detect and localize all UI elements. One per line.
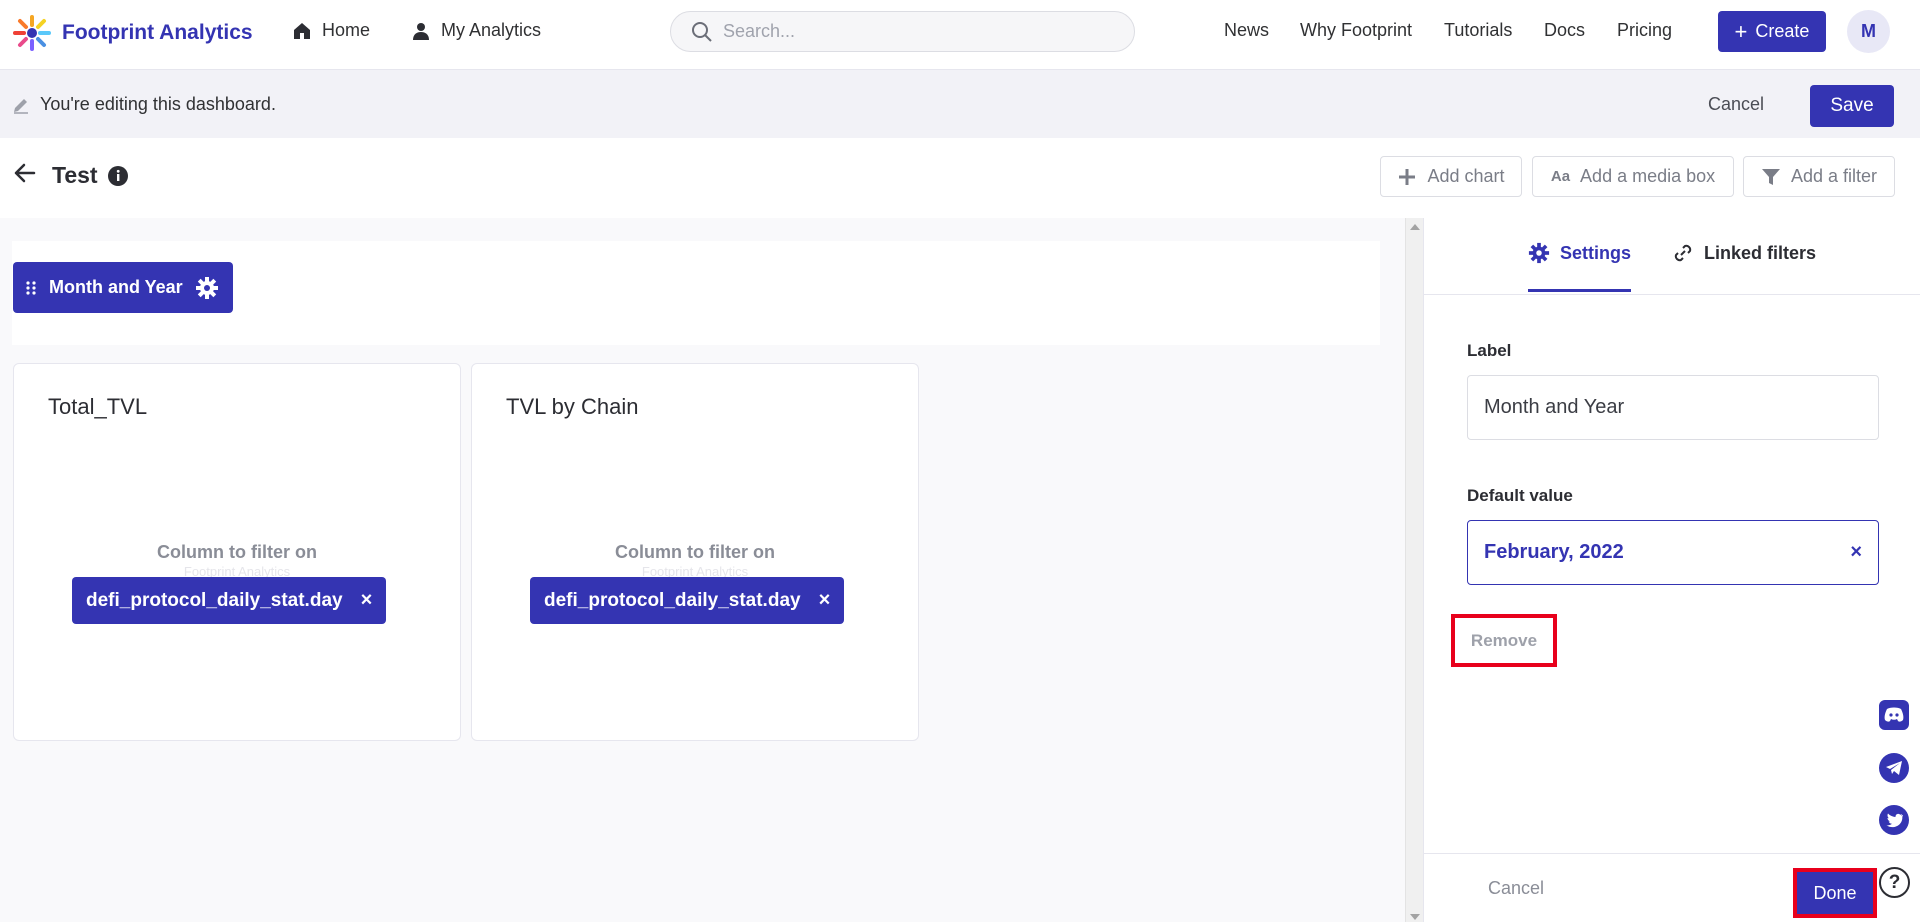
help-icon[interactable]: ?	[1879, 867, 1910, 898]
avatar[interactable]: M	[1847, 10, 1890, 53]
telegram-icon[interactable]	[1879, 753, 1909, 783]
card-title: Total_TVL	[48, 394, 148, 419]
twitter-glyph-icon	[1886, 813, 1903, 827]
column-filter-label: Column to filter on	[157, 542, 317, 562]
edit-cancel-button[interactable]: Cancel	[1708, 94, 1764, 115]
brand-name: Footprint Analytics	[62, 21, 253, 44]
text-format-icon: Aa	[1550, 168, 1571, 185]
edit-message: You're editing this dashboard.	[12, 94, 276, 115]
nav-pricing[interactable]: Pricing	[1617, 20, 1672, 41]
dashboard-header: Test Add chart Aa Add a media box Add a …	[0, 138, 1920, 218]
close-icon[interactable]: ×	[819, 589, 831, 612]
tab-linked-filters[interactable]: Linked filters	[1672, 242, 1816, 264]
create-label: Create	[1755, 21, 1810, 41]
label-field-heading: Label	[1467, 341, 1512, 360]
edit-message-text: You're editing this dashboard.	[40, 94, 276, 114]
add-chart-button[interactable]: Add chart	[1380, 156, 1522, 197]
gear-icon	[1528, 242, 1550, 264]
nav-tutorials[interactable]: Tutorials	[1444, 20, 1512, 41]
filter-chip-month-year[interactable]: Month and Year	[13, 262, 233, 313]
nav-news[interactable]: News	[1224, 20, 1269, 41]
filter-settings-panel: Settings Linked filters Label Month and …	[1423, 218, 1920, 922]
edit-bar: You're editing this dashboard. Cancel Sa…	[0, 70, 1920, 138]
active-tab-indicator	[1528, 289, 1631, 292]
tab-settings[interactable]: Settings	[1528, 242, 1631, 264]
save-button[interactable]: Save	[1810, 85, 1894, 127]
card-title: TVL by Chain	[506, 394, 639, 419]
panel-tabs: Settings Linked filters	[1424, 218, 1920, 295]
nav-docs[interactable]: Docs	[1544, 20, 1585, 41]
remove-button[interactable]: Remove	[1451, 614, 1557, 667]
link-icon	[1674, 244, 1692, 262]
dashboard-card-total-tvl[interactable]: Total_TVL Column to filter on Footprint …	[13, 363, 461, 741]
done-label: Done	[1813, 882, 1857, 903]
twitter-icon[interactable]	[1879, 805, 1909, 835]
clear-icon[interactable]: ×	[1850, 541, 1862, 564]
done-button[interactable]: Done	[1793, 868, 1877, 918]
pencil-icon	[14, 98, 28, 114]
filter-chip-label: Month and Year	[49, 277, 183, 297]
panel-cancel-button[interactable]: Cancel	[1488, 878, 1544, 899]
close-icon[interactable]: ×	[361, 589, 373, 612]
default-value-heading: Default value	[1467, 486, 1573, 505]
top-nav: Footprint Analytics Home My Analytics Se…	[0, 0, 1920, 70]
search-input[interactable]: Search...	[670, 11, 1135, 52]
add-chart-label: Add chart	[1427, 166, 1505, 186]
plus-icon	[1399, 168, 1416, 185]
logo[interactable]: Footprint Analytics	[12, 14, 253, 52]
create-button[interactable]: + Create	[1718, 11, 1826, 52]
column-chip[interactable]: defi_protocol_daily_stat.day ×	[530, 577, 845, 624]
column-filter-label: Column to filter on	[615, 542, 775, 562]
label-input-value: Month and Year	[1484, 396, 1625, 418]
dashboard-title: Test	[52, 162, 98, 188]
drag-handle-icon[interactable]	[25, 280, 37, 296]
nav-why-footprint[interactable]: Why Footprint	[1300, 20, 1412, 41]
nav-home[interactable]: Home	[292, 20, 370, 41]
nav-my-analytics[interactable]: My Analytics	[411, 20, 541, 41]
nav-home-label: Home	[322, 20, 371, 40]
filter-icon	[1761, 168, 1780, 185]
default-value-text: February, 2022	[1484, 541, 1624, 563]
add-media-box-label: Add a media box	[1580, 166, 1716, 186]
panel-footer: Cancel Done	[1424, 853, 1920, 922]
column-chip-label: defi_protocol_daily_stat.day	[86, 589, 343, 611]
footprint-logo-icon	[13, 15, 51, 51]
home-icon	[294, 22, 310, 39]
tab-linked-filters-label: Linked filters	[1704, 242, 1817, 263]
discord-glyph-icon	[1884, 707, 1904, 722]
add-media-box-button[interactable]: Aa Add a media box	[1532, 156, 1734, 197]
column-chip-label: defi_protocol_daily_stat.day	[544, 589, 801, 611]
user-icon	[413, 22, 429, 40]
dashboard-card-tvl-by-chain[interactable]: TVL by Chain Column to filter on Footpri…	[471, 363, 919, 741]
add-filter-button[interactable]: Add a filter	[1743, 156, 1895, 197]
back-arrow-icon[interactable]	[12, 160, 38, 186]
telegram-glyph-icon	[1886, 761, 1902, 775]
plus-icon: +	[1734, 18, 1748, 44]
discord-icon[interactable]	[1879, 700, 1909, 730]
gear-icon[interactable]	[195, 276, 219, 300]
remove-label: Remove	[1470, 630, 1538, 650]
search-icon	[692, 21, 712, 42]
scroll-down-arrow-icon[interactable]	[1410, 914, 1420, 920]
scroll-up-arrow-icon[interactable]	[1410, 224, 1420, 230]
add-filter-label: Add a filter	[1790, 166, 1878, 186]
column-chip[interactable]: defi_protocol_daily_stat.day ×	[72, 577, 387, 624]
canvas-scrollbar[interactable]	[1405, 218, 1423, 922]
default-value-input[interactable]: February, 2022 ×	[1467, 520, 1879, 585]
label-input[interactable]: Month and Year	[1467, 375, 1879, 440]
nav-my-analytics-label: My Analytics	[441, 20, 542, 40]
tab-settings-label: Settings	[1560, 242, 1632, 263]
search-placeholder: Search...	[723, 21, 796, 41]
info-icon[interactable]	[108, 166, 128, 186]
